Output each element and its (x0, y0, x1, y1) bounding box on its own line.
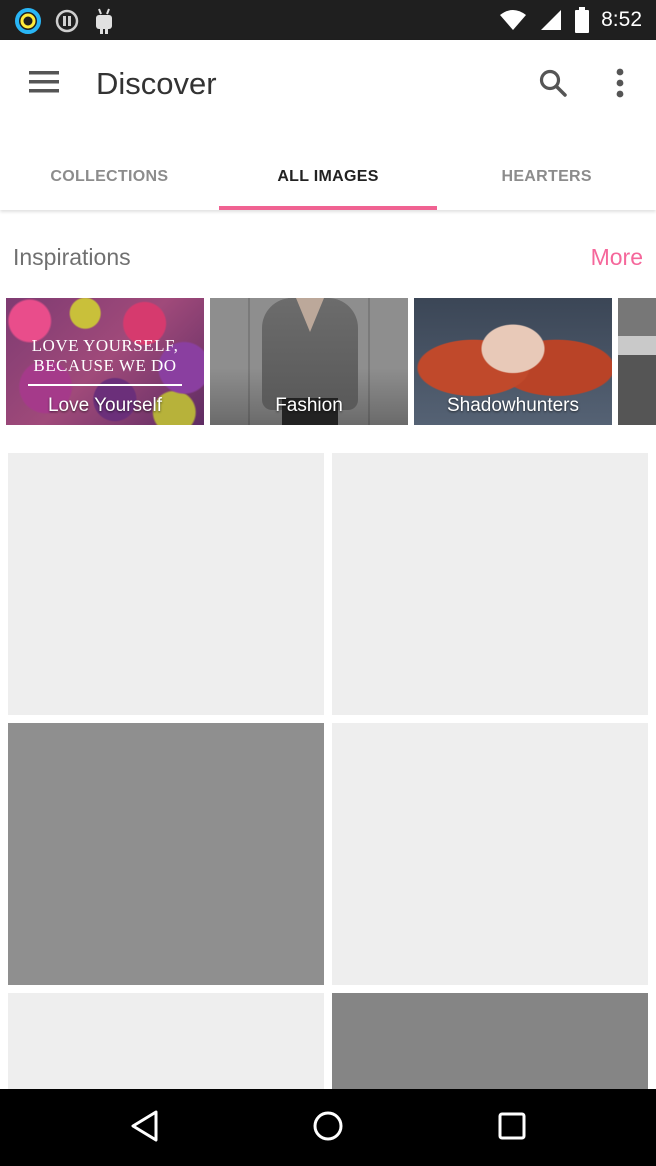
tab-hearters[interactable]: HEARTERS (437, 144, 656, 210)
back-button[interactable] (118, 1107, 170, 1149)
inspiration-card-shadowhunters[interactable]: Shadowhunters (414, 298, 612, 425)
tab-label: HEARTERS (501, 168, 592, 185)
quote-line: LOVE YOURSELF, (31, 336, 179, 355)
tab-all-images[interactable]: ALL IMAGES (218, 144, 438, 210)
quote-line: BECAUSE WE DO (33, 356, 177, 375)
more-vert-icon (616, 68, 624, 103)
circle-ring-icon (14, 7, 42, 35)
inspiration-card-fashion[interactable]: Fashion (210, 298, 408, 425)
inspirations-carousel[interactable]: LOVE YOURSELF, BECAUSE WE DO Love Yourse… (6, 298, 656, 426)
tab-label: COLLECTIONS (50, 168, 169, 185)
menu-icon (29, 70, 59, 98)
inspiration-card-label: Love Yourself (47, 395, 163, 416)
status-system-icons: 8:52 (499, 0, 642, 40)
recents-button[interactable] (486, 1107, 538, 1149)
tab-collections[interactable]: COLLECTIONS (0, 144, 219, 210)
signal-icon (539, 8, 563, 32)
tab-bar: COLLECTIONS ALL IMAGES HEARTERS (0, 144, 656, 210)
status-time: 8:52 (601, 8, 642, 31)
status-notification-icons (14, 7, 116, 35)
page-title: Discover (96, 66, 217, 101)
app-bar: Discover COLLECTIONS ALL IMAGES HEARTERS (0, 40, 656, 210)
card-quote-text: LOVE YOURSELF, BECAUSE WE DO (6, 336, 204, 376)
battery-icon (575, 7, 590, 33)
inspiration-card-partial[interactable] (618, 298, 656, 425)
pause-circle-icon (54, 8, 80, 34)
image-tile[interactable] (8, 723, 324, 985)
more-link[interactable]: More (591, 244, 643, 271)
inspiration-card-label: Shadowhunters (446, 395, 580, 416)
home-icon (312, 1110, 344, 1147)
menu-button[interactable] (22, 62, 66, 106)
image-tile[interactable] (332, 723, 648, 985)
search-icon (538, 68, 568, 103)
home-button[interactable] (302, 1107, 354, 1149)
inspirations-heading: Inspirations (13, 244, 131, 270)
quote-divider (28, 384, 182, 386)
wifi-icon (499, 8, 527, 32)
status-bar: 8:52 (0, 0, 656, 40)
android-icon (92, 7, 116, 35)
recents-icon (497, 1111, 527, 1146)
system-nav-bar (0, 1089, 656, 1166)
active-tab-indicator (218, 206, 438, 210)
image-tile[interactable] (8, 453, 324, 715)
inspiration-card-label: Fashion (275, 395, 343, 416)
overflow-menu-button[interactable] (600, 62, 640, 108)
image-tile[interactable] (332, 453, 648, 715)
image-tile[interactable] (332, 993, 648, 1089)
search-button[interactable] (530, 62, 576, 108)
inspiration-card-love-yourself[interactable]: LOVE YOURSELF, BECAUSE WE DO Love Yourse… (6, 298, 204, 425)
image-tile[interactable] (8, 993, 324, 1089)
tab-label: ALL IMAGES (277, 168, 379, 185)
back-icon (129, 1109, 159, 1148)
